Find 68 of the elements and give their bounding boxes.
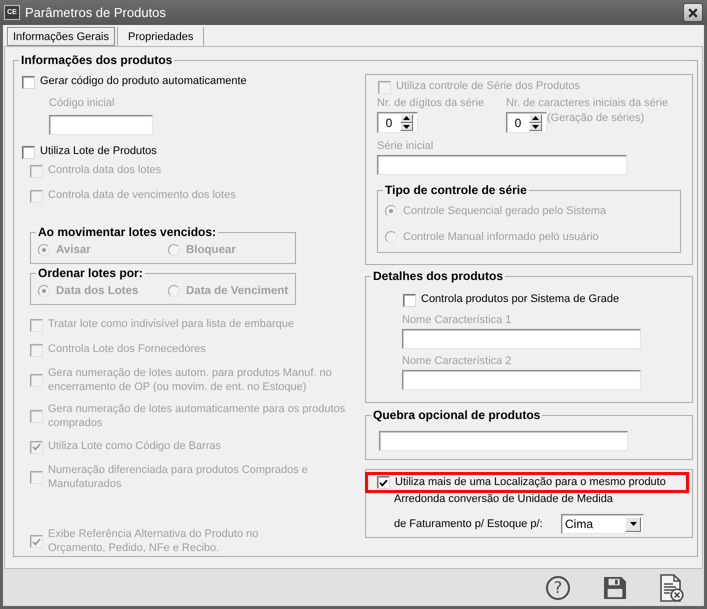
checkbox-label: Gerar código do produto automaticamente bbox=[40, 75, 247, 89]
tab[interactable]: Propriedades bbox=[116, 27, 204, 46]
checkbox-label: Tratar lote como indivisível para lista de embarque bbox=[48, 318, 294, 332]
radio-dot-icon bbox=[389, 209, 393, 213]
field-label: de Faturamento p/ Estoque p/: bbox=[394, 518, 544, 530]
checkbox[interactable] bbox=[403, 294, 416, 306]
field-label: Nome Característica 1 bbox=[402, 314, 512, 327]
text-field[interactable] bbox=[379, 431, 628, 451]
field-label: Código inicial bbox=[49, 97, 114, 110]
checkbox-label: Numeração diferenciada para produtos Comprados e Manufaturados bbox=[48, 464, 308, 491]
checkbox-label: Utiliza Lote de Produtos bbox=[40, 145, 157, 159]
down-triangle-icon bbox=[403, 124, 410, 129]
checkbox-label: Controla data de vencimento dos lotes bbox=[48, 189, 236, 203]
checkbox[interactable] bbox=[22, 76, 35, 88]
group-title: Detalhes dos produtos bbox=[372, 269, 504, 283]
radio-label: Data dos Lotes bbox=[56, 285, 138, 297]
down-triangle-icon bbox=[532, 124, 539, 129]
check-icon bbox=[379, 478, 388, 486]
cancel-button[interactable] bbox=[660, 574, 684, 602]
text-field[interactable] bbox=[377, 155, 627, 175]
group-title: Quebra opcional de produtos bbox=[372, 408, 542, 422]
radio-dot-icon bbox=[42, 248, 46, 252]
field-label: Nome Característica 2 bbox=[402, 355, 512, 368]
up-triangle-icon bbox=[532, 116, 539, 120]
up-triangle-icon bbox=[403, 116, 410, 120]
radio-label: Data de Venciment bbox=[186, 285, 288, 297]
checkbox-label: Exibe Referência Alternativa do Produto no Orçamento, Pedido, NFe e Recibo. bbox=[48, 528, 258, 555]
spin-up-button[interactable] bbox=[400, 114, 413, 122]
checkbox-label: Controla data dos lotes bbox=[48, 164, 162, 178]
radio-label: Controle Manual informado pelo usuário bbox=[403, 231, 599, 243]
group-title: Ordenar lotes por: bbox=[37, 266, 144, 280]
close-icon bbox=[688, 8, 698, 18]
tab[interactable]: Informações Gerais bbox=[7, 27, 115, 46]
dropdown-field[interactable]: Cima bbox=[561, 514, 644, 534]
text-field[interactable] bbox=[49, 115, 153, 135]
checkbox-label: Utiliza controle de Série dos Produtos bbox=[396, 80, 580, 94]
radio-label: Bloquear bbox=[186, 244, 236, 256]
checkbox[interactable] bbox=[377, 476, 390, 489]
dropdown-button[interactable] bbox=[625, 516, 641, 532]
checkbox[interactable] bbox=[22, 146, 35, 158]
checkbox-label: Gera numeração de lotes automaticamente para os produtos comprados bbox=[48, 403, 346, 430]
close-button[interactable] bbox=[683, 3, 703, 22]
group-title: Informações dos produtos bbox=[20, 53, 174, 67]
group-title: Tipo de controle de série bbox=[384, 183, 528, 197]
radio-label: Controle Sequencial gerado pelo Sistema bbox=[403, 205, 606, 217]
text-field[interactable] bbox=[402, 329, 641, 349]
save-button[interactable] bbox=[603, 576, 627, 598]
caption-text: Arredonda conversão de Unidade de Medida bbox=[394, 493, 613, 506]
spin-up-button[interactable] bbox=[529, 114, 542, 122]
field-label: Nr. de dígitos da série bbox=[377, 97, 484, 110]
field-label: Nr. de caracteres iniciais da série bbox=[506, 97, 668, 110]
document-x-icon bbox=[660, 574, 684, 602]
group-title: Ao movimentar lotes vencidos: bbox=[37, 225, 218, 239]
radio-label: Avisar bbox=[56, 244, 91, 256]
help-button[interactable]: ? bbox=[546, 576, 570, 600]
check-icon bbox=[32, 443, 41, 451]
field-note: (Geração de séries) bbox=[547, 112, 644, 124]
caret-down-icon bbox=[630, 522, 636, 526]
check-icon bbox=[32, 538, 41, 546]
checkbox-label: Utiliza mais de uma Localização para o mesmo produto bbox=[395, 476, 666, 490]
checkbox-label: Controla Lote dos Fornecedores bbox=[48, 343, 206, 357]
checkbox-label: Utiliza Lote como Código de Barras bbox=[48, 440, 222, 454]
radio-dot-icon bbox=[42, 289, 46, 293]
window-title: Parâmetros de Produtos bbox=[25, 5, 166, 20]
text-field[interactable] bbox=[402, 370, 641, 390]
field-label: Série inicial bbox=[377, 140, 434, 153]
checkbox-label: Gera numeração de lotes autom. para produtos Manuf. no encerramento de OP (ou movim. de ent. no Estoque) bbox=[48, 367, 332, 394]
checkbox-label: Controla produtos por Sistema de Grade bbox=[421, 293, 620, 307]
